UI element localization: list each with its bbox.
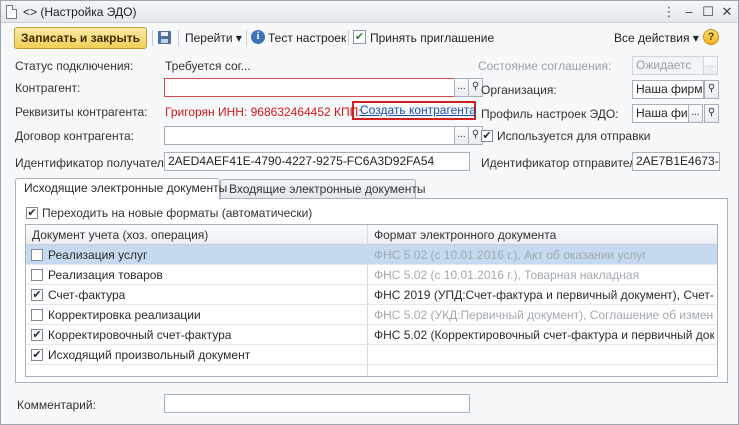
title-bar: <> (Настройка ЭДО) ⋮ – ☐ ✕ (1, 1, 738, 23)
row-format: ФНС 5.02 (Корректировочный счет-фактура … (374, 328, 714, 342)
new-formats-checkbox[interactable]: ✔ (26, 207, 38, 219)
agreement-select-button: ... (703, 56, 718, 75)
organization-label: Организация: (481, 83, 557, 97)
maximize-button[interactable]: ☐ (700, 4, 716, 20)
row-document: Корректировка реализации (48, 308, 201, 322)
counterparty-select-button[interactable]: ... (454, 78, 469, 97)
toolbar-divider (178, 30, 179, 46)
help-icon[interactable]: ? (703, 29, 719, 45)
edo-profile-label: Профиль настроек ЭДО: (481, 107, 619, 121)
create-counterparty-link[interactable]: Создать контрагента (360, 103, 476, 117)
counterparty-label: Контрагент: (15, 81, 81, 95)
search-icon[interactable]: ⚲ (704, 80, 719, 99)
agreement-state-field: Ожидаетс (632, 56, 704, 75)
row-document: Корректировочный счет-фактура (48, 328, 232, 342)
edo-profile-select-button[interactable]: ... (688, 104, 703, 123)
status-value: Требуется сог... (165, 59, 251, 73)
toolbar-divider (152, 30, 153, 46)
used-for-sending-label: Используется для отправки (497, 129, 651, 143)
row-document: Счет-фактура (48, 288, 126, 302)
goto-label: Перейти (185, 31, 233, 45)
toolbar-divider (348, 30, 349, 46)
status-label: Статус подключения: (15, 59, 134, 73)
info-icon: i (251, 30, 265, 44)
row-format: ФНС 5.02 (с 10.01.2016 г.), Товарная нак… (374, 268, 640, 282)
requisites-label: Реквизиты контрагента: (15, 105, 148, 119)
contract-label: Договор контрагента: (15, 129, 134, 143)
requisites-value: Григорян ИНН: 968632464452 КПП: (165, 105, 362, 119)
new-formats-label: Переходить на новые форматы (автоматичес… (42, 206, 313, 220)
table-row[interactable]: ✔ Исходящий произвольный документ (26, 345, 717, 365)
save-and-close-button[interactable]: Записать и закрыть (14, 27, 147, 49)
organization-field[interactable]: Наша фирма (632, 80, 704, 99)
table-row[interactable]: Реализация товаров ФНС 5.02 (с 10.01.201… (26, 265, 717, 285)
goto-menu-button[interactable]: Перейти ▾ (185, 31, 242, 45)
column-header-format[interactable]: Формат электронного документа (374, 228, 556, 242)
row-checkbox[interactable]: ✔ (31, 349, 43, 361)
row-checkbox[interactable]: ✔ (31, 329, 43, 341)
caret-down-icon: ▾ (235, 31, 242, 45)
row-checkbox[interactable] (31, 269, 43, 281)
window-title: <> (Настройка ЭДО) (23, 5, 137, 19)
used-for-sending-checkbox[interactable]: ✔ (481, 130, 493, 142)
document-icon (6, 5, 17, 19)
contract-select-button[interactable]: ... (454, 126, 469, 145)
row-format: ФНС 2019 (УПД:Счет-фактура и первичный д… (374, 288, 714, 302)
sender-id-label: Идентификатор отправителя: (481, 156, 646, 170)
row-document: Реализация услуг (48, 248, 148, 262)
agreement-state-label: Состояние соглашения: (478, 59, 612, 73)
comment-field[interactable] (164, 394, 470, 413)
caret-down-icon: ▾ (692, 31, 699, 45)
save-icon[interactable] (158, 31, 171, 44)
toolbar: Записать и закрыть Перейти ▾ i Тест наст… (1, 24, 738, 52)
table-row[interactable]: ✔ Корректировочный счет-фактура ФНС 5.02… (26, 325, 717, 345)
table-row[interactable]: Реализация услуг ФНС 5.02 (с 10.01.2016 … (26, 245, 717, 265)
outgoing-documents-table: Документ учета (хоз. операция) Формат эл… (25, 224, 718, 377)
tab-outgoing-documents[interactable]: Исходящие электронные документы (15, 178, 227, 200)
link-icon[interactable]: ⋮ (661, 4, 677, 20)
row-document: Реализация товаров (48, 268, 163, 282)
table-header: Документ учета (хоз. операция) Формат эл… (26, 225, 717, 245)
row-checkbox[interactable]: ✔ (31, 289, 43, 301)
search-icon[interactable]: ⚲ (704, 104, 719, 123)
row-document: Исходящий произвольный документ (48, 348, 251, 362)
contract-field[interactable] (164, 126, 455, 145)
minimize-button[interactable]: – (681, 4, 697, 20)
comment-label: Комментарий: (17, 398, 96, 412)
column-header-document[interactable]: Документ учета (хоз. операция) (32, 228, 208, 242)
toolbar-divider (246, 30, 247, 46)
row-format: ФНС 5.02 (УКД:Первичный документ), Согла… (374, 308, 714, 322)
all-actions-menu[interactable]: Все действия ▾ (614, 31, 699, 45)
settings-window: <> (Настройка ЭДО) ⋮ – ☐ ✕ Записать и за… (0, 0, 739, 425)
row-format: ФНС 5.02 (с 10.01.2016 г.), Акт об оказа… (374, 248, 647, 262)
close-button[interactable]: ✕ (719, 4, 735, 20)
table-row[interactable]: ✔ Счет-фактура ФНС 2019 (УПД:Счет-фактур… (26, 285, 717, 305)
recipient-id-field[interactable]: 2AED4AEF41E-4790-4227-9275-FC6A3D92FA54 (164, 152, 470, 171)
counterparty-field[interactable] (164, 78, 455, 97)
accept-icon: ✔ (353, 30, 366, 44)
table-row[interactable]: Корректировка реализации ФНС 5.02 (УКД:П… (26, 305, 717, 325)
tab-incoming-documents[interactable]: Входящие электронные документы (220, 179, 425, 200)
sender-id-field[interactable]: 2AE7B1E4673-93 (632, 152, 720, 171)
edo-profile-field[interactable]: Наша фирм (632, 104, 689, 123)
all-actions-label: Все действия (614, 31, 690, 45)
recipient-id-label: Идентификатор получателя: (15, 156, 174, 170)
row-checkbox[interactable] (31, 309, 43, 321)
test-settings-button[interactable]: Тест настроек (268, 31, 346, 45)
row-checkbox[interactable] (31, 249, 43, 261)
accept-invitation-button[interactable]: Принять приглашение (370, 31, 494, 45)
